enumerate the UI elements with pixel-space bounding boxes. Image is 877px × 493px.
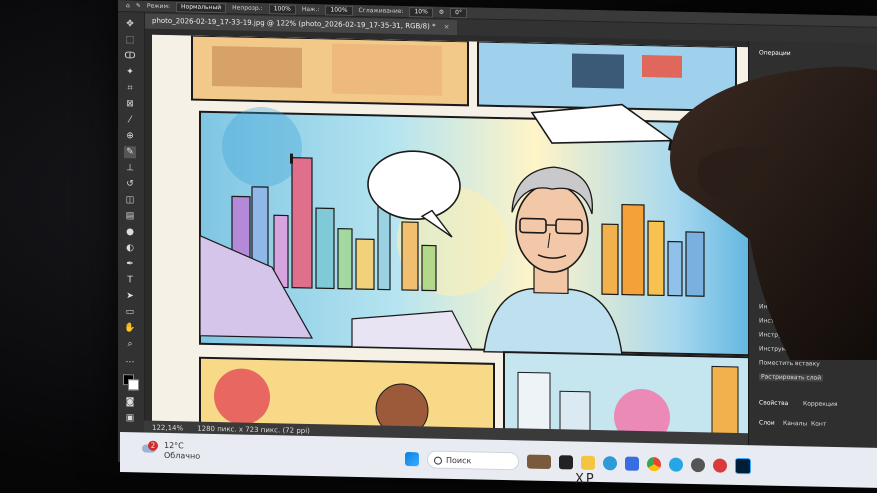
document-tab-title: photo_2026-02-19_17-33-19.jpg @ 122% (ph… xyxy=(152,16,436,31)
gear-icon[interactable]: ⚙ xyxy=(439,9,444,16)
home-icon[interactable]: ⌂ xyxy=(126,2,130,9)
mode-label: Режим: xyxy=(146,2,171,11)
frame-tool-icon[interactable]: ⊠ xyxy=(124,98,136,110)
search-box[interactable]: Поиск xyxy=(427,450,519,471)
healing-brush-icon[interactable]: ⊕ xyxy=(124,130,136,142)
hand-with-stylus xyxy=(668,66,877,360)
history-brush-icon[interactable]: ↺ xyxy=(124,178,136,190)
background-color-swatch[interactable] xyxy=(128,379,139,391)
blur-icon[interactable]: ● xyxy=(124,226,136,238)
crop-tool-icon[interactable]: ⌗ xyxy=(124,82,136,94)
close-icon[interactable]: × xyxy=(444,23,450,31)
path-select-icon[interactable]: ➤ xyxy=(124,290,136,302)
mode-select[interactable]: Нормальный xyxy=(176,1,227,13)
lasso-tool-icon[interactable]: ↀ xyxy=(124,50,136,62)
tab-properties[interactable]: Свойства xyxy=(759,399,788,407)
settings-gear-icon[interactable] xyxy=(691,457,705,473)
app-icon[interactable] xyxy=(713,458,727,473)
notification-badge: 2 xyxy=(148,440,158,451)
eyedropper-icon[interactable]: ⁄ xyxy=(124,114,136,126)
widget-image-icon[interactable] xyxy=(527,454,551,470)
quick-mask-icon[interactable]: ◙ xyxy=(124,396,136,408)
history-item[interactable]: Поместить вставку xyxy=(759,359,820,367)
hand-tool-icon[interactable]: ✋ xyxy=(124,322,136,334)
file-explorer-icon[interactable] xyxy=(581,455,595,470)
windows-start-icon[interactable] xyxy=(405,451,419,467)
device-brand-logo: XP xyxy=(575,472,596,487)
opacity-label: Непрозр.: xyxy=(232,4,263,13)
chrome-icon[interactable] xyxy=(647,457,661,472)
store-icon[interactable] xyxy=(625,456,639,471)
telegram-icon[interactable] xyxy=(669,457,683,472)
tab-adjustments[interactable]: Коррекция xyxy=(803,400,837,408)
smoothing-field[interactable]: 10% xyxy=(409,6,433,18)
photoshop-icon[interactable] xyxy=(735,457,751,475)
tools-panel: ✥ ⬚ ↀ ✦ ⌗ ⊠ ⁄ ⊕ ✎ ⊥ ↺ ◫ ▤ ● ◐ ✒ T ➤ ▭ ✋ … xyxy=(118,12,145,463)
gradient-icon[interactable]: ▤ xyxy=(124,210,136,222)
flow-label: Наж.: xyxy=(301,5,320,14)
hand xyxy=(670,66,877,360)
angle-field[interactable]: 0° xyxy=(450,7,467,18)
weather-description: Облачно xyxy=(164,450,201,461)
tab-layers[interactable]: Слои xyxy=(759,419,775,426)
task-view-icon[interactable] xyxy=(559,455,573,470)
history-item-selected[interactable]: Растрировать слой xyxy=(759,373,824,382)
brush-tool-icon[interactable]: ✎ xyxy=(124,146,136,159)
smoothing-label: Сглаживание: xyxy=(358,7,404,15)
edge-icon[interactable] xyxy=(603,456,617,471)
clone-stamp-icon[interactable]: ⊥ xyxy=(124,162,136,174)
pen-tool-icon[interactable]: ✒ xyxy=(124,258,136,270)
brush-preset-icon[interactable]: ✎ xyxy=(136,2,141,9)
more-tools-icon[interactable]: … xyxy=(124,354,136,366)
screen-mode-icon[interactable]: ▣ xyxy=(124,412,136,424)
zoom-readout[interactable]: 122,14% xyxy=(152,424,183,433)
dodge-icon[interactable]: ◐ xyxy=(124,242,136,254)
opacity-field[interactable]: 100% xyxy=(268,3,296,15)
eraser-icon[interactable]: ◫ xyxy=(124,194,136,206)
move-tool-icon[interactable]: ✥ xyxy=(124,18,136,30)
shape-tool-icon[interactable]: ▭ xyxy=(124,306,136,318)
marquee-tool-icon[interactable]: ⬚ xyxy=(124,34,136,46)
tab-channels[interactable]: Каналы xyxy=(783,420,807,428)
type-tool-icon[interactable]: T xyxy=(124,274,136,286)
magic-wand-icon[interactable]: ✦ xyxy=(124,66,136,78)
flow-field[interactable]: 100% xyxy=(325,4,353,16)
zoom-tool-icon[interactable]: ⌕ xyxy=(124,338,136,350)
tab-paths[interactable]: Конт xyxy=(811,421,826,428)
